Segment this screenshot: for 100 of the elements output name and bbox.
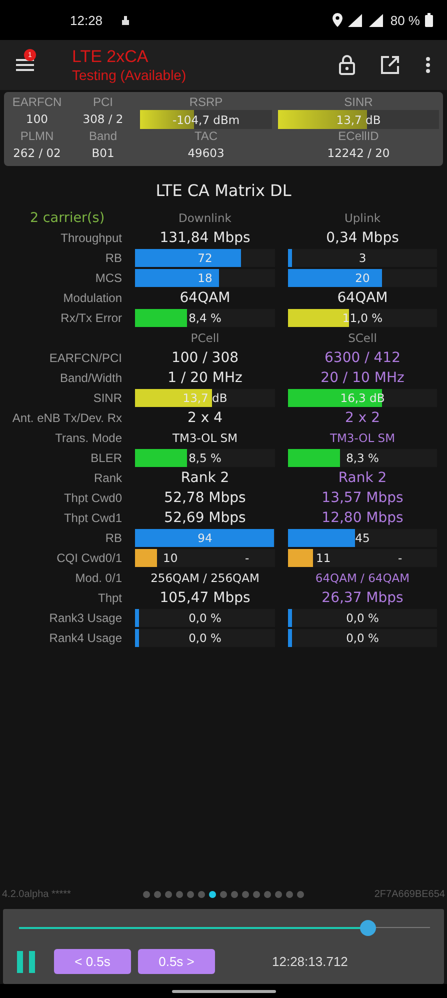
bar-value: 3 [358, 251, 366, 265]
row-label: BLER [90, 451, 122, 465]
page-dot[interactable] [242, 890, 249, 898]
row-label: Thpt Cwd0 [64, 491, 122, 505]
bar-value: 20 [355, 271, 370, 285]
app-subtitle: Testing (Available) [72, 67, 188, 83]
row-label: Thpt [98, 591, 122, 605]
info-label: PLMN [20, 129, 54, 144]
bar-value: 13,7 dB [182, 391, 228, 405]
cell-value: 131,84 Mbps [160, 230, 250, 246]
info-value: B01 [92, 145, 114, 162]
page-dot[interactable] [198, 890, 205, 898]
row-label: CQI Cwd0/1 [56, 551, 122, 565]
more-icon[interactable] [425, 56, 431, 74]
home-handle[interactable] [172, 990, 276, 992]
page-dot[interactable] [209, 890, 216, 898]
info-label: SINR [344, 95, 373, 110]
page-dot[interactable] [187, 890, 194, 898]
bar-value: 8,5 % [188, 451, 222, 465]
page-dot[interactable] [154, 890, 161, 898]
step-button[interactable]: 0.5s > [138, 949, 215, 974]
step-button[interactable]: < 0.5s [54, 949, 131, 974]
page-dot[interactable] [231, 890, 238, 898]
bar-value: - [398, 551, 402, 565]
page-dot[interactable] [220, 890, 227, 898]
info-value: 49603 [188, 145, 224, 162]
info-label: Band [88, 129, 118, 144]
bar-value: 0,0 % [346, 611, 379, 625]
slider-thumb[interactable] [360, 920, 376, 936]
row-label: Thpt Cwd1 [64, 511, 122, 525]
bar-value: - [245, 551, 250, 565]
cell-value: 64QAM [180, 290, 230, 306]
menu-icon[interactable] [16, 58, 34, 72]
open-external-icon[interactable] [381, 56, 399, 74]
info-label: EARFCN [12, 95, 62, 110]
cell-value: TM3-OL SM [172, 431, 238, 445]
location-icon [332, 13, 344, 27]
row-label: Throughput [60, 231, 122, 245]
info-label: ECellID [338, 129, 379, 144]
cell-value: Rank 2 [338, 470, 387, 486]
cell-value: 20 / 10 MHz [320, 370, 404, 386]
cell-value: 1 / 20 MHz [168, 370, 242, 386]
cell-value: 256QAM / 256QAM [150, 571, 260, 585]
row-label: SINR [93, 391, 122, 405]
page-dot[interactable] [275, 890, 282, 898]
bar-value: 10 [163, 551, 178, 565]
cell-value: 12,80 Mbps [322, 510, 404, 526]
row-label: Modulation [63, 291, 122, 305]
page-dot[interactable] [253, 890, 260, 898]
seek-slider[interactable] [19, 919, 430, 937]
bar-value: 0,0 % [188, 631, 222, 645]
column-header: Uplink [344, 211, 381, 225]
column-header: Downlink [178, 211, 232, 225]
row-label: RB [105, 251, 122, 265]
page-dot[interactable] [286, 890, 293, 898]
carrier-count: 2 carrier(s) [29, 210, 105, 226]
bar-value: 18 [198, 271, 212, 285]
cell-value: 64QAM / 64QAM [315, 571, 410, 585]
cell-value: 26,37 Mbps [322, 590, 404, 606]
row-label: Rank3 Usage [49, 611, 122, 625]
notification-icon [120, 14, 132, 26]
cell-value: TM3-OL SM [330, 431, 396, 445]
info-label: PCI [92, 95, 113, 110]
info-value: 100 [26, 111, 48, 128]
bar-value: 45 [355, 531, 370, 545]
row-label: Rank4 Usage [49, 631, 122, 645]
meter-value: 13,7 dB [336, 112, 381, 126]
info-value: 262 / 02 [13, 145, 61, 162]
row-label: MCS [95, 271, 122, 285]
page-dot[interactable] [143, 890, 150, 898]
row-label: Rx/Tx Error [60, 311, 122, 325]
battery-level: 80 % [390, 12, 420, 28]
row-label: EARFCN/PCI [49, 351, 122, 365]
pause-icon[interactable] [17, 950, 35, 972]
bar-value: 11 [316, 551, 331, 565]
info-label: RSRP [189, 95, 223, 110]
row-label: Mod. 0/1 [75, 571, 122, 585]
cell-value: 6300 / 412 [324, 350, 400, 366]
bar-value: 8,3 % [346, 451, 379, 465]
timestamp: 12:28:13.712 [272, 954, 348, 969]
cell-value: 52,78 Mbps [164, 490, 246, 506]
page-dot[interactable] [176, 890, 183, 898]
cell-value: 13,57 Mbps [322, 490, 404, 506]
page-dot[interactable] [264, 890, 271, 898]
info-label: TAC [194, 129, 218, 144]
cell-value: Rank 2 [180, 470, 230, 486]
cell-value: 105,47 Mbps [160, 590, 250, 606]
page-dot[interactable] [297, 890, 304, 898]
version-text: 4.2.0alpha ***** [2, 888, 72, 900]
row-label: Rank [94, 471, 122, 485]
row-label: RB [105, 531, 122, 545]
matrix-title: LTE CA Matrix DL [154, 181, 292, 200]
battery-icon [425, 13, 433, 27]
bar-value: 0,0 % [346, 631, 379, 645]
info-value: 308 / 2 [82, 111, 124, 128]
bar-value: 0,0 % [188, 611, 222, 625]
row-label: Trans. Mode [55, 431, 122, 445]
lock-icon[interactable] [339, 55, 355, 75]
page-dot[interactable] [165, 890, 172, 898]
bar-value: 8,4 % [188, 311, 222, 325]
